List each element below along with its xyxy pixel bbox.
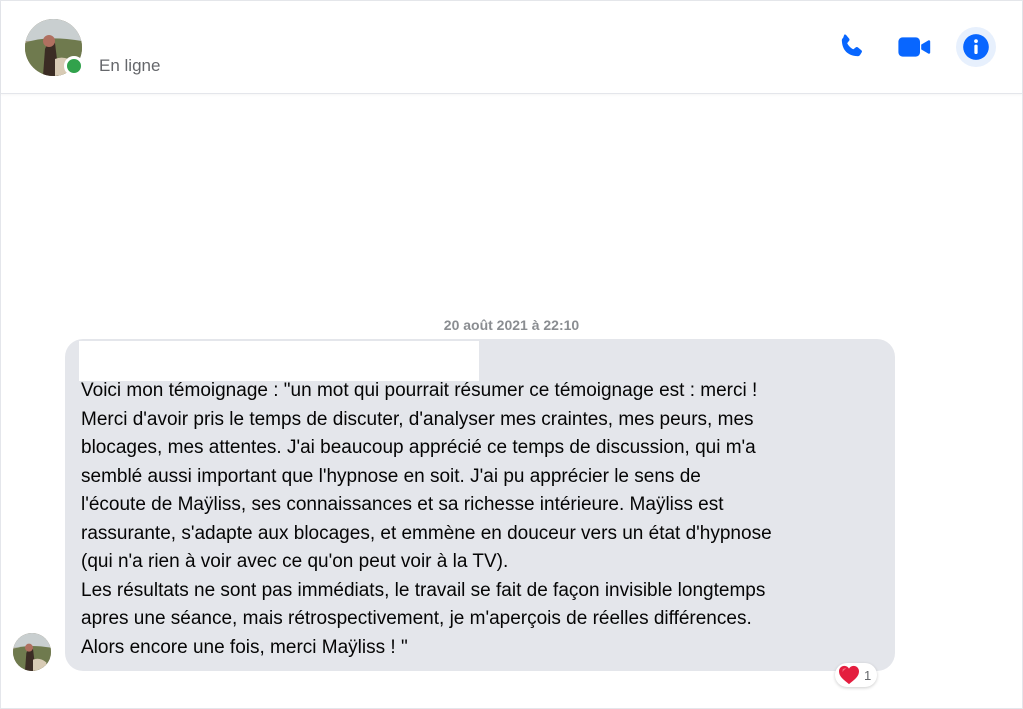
redacted-area xyxy=(79,341,479,381)
message-reaction[interactable]: 1 xyxy=(835,663,878,687)
heart-icon xyxy=(839,665,859,685)
chat-header: En ligne xyxy=(1,1,1022,94)
phone-icon xyxy=(841,34,862,57)
reaction-count: 1 xyxy=(864,667,872,683)
video-call-button[interactable] xyxy=(894,27,934,67)
message-text: Voici mon témoignage : "un mot qui pourr… xyxy=(81,380,772,658)
presence-status: En ligne xyxy=(99,56,161,75)
chat-window: En ligne 20 août 2021 à 22:10 Voici mon … xyxy=(0,0,1023,709)
message-bubble[interactable]: Voici mon témoignage : "un mot qui pourr… xyxy=(65,339,895,671)
contact-avatar[interactable] xyxy=(25,19,84,76)
profile-photo-icon xyxy=(13,633,51,671)
audio-call-button[interactable] xyxy=(831,27,871,67)
info-icon xyxy=(963,34,989,60)
video-camera-icon xyxy=(898,37,931,57)
message-timestamp: 20 août 2021 à 22:10 xyxy=(443,317,580,333)
conversation-info-button[interactable] xyxy=(956,27,996,67)
header-tab-mask xyxy=(97,1,319,9)
online-status-indicator xyxy=(64,56,84,76)
sender-avatar[interactable] xyxy=(13,633,51,671)
